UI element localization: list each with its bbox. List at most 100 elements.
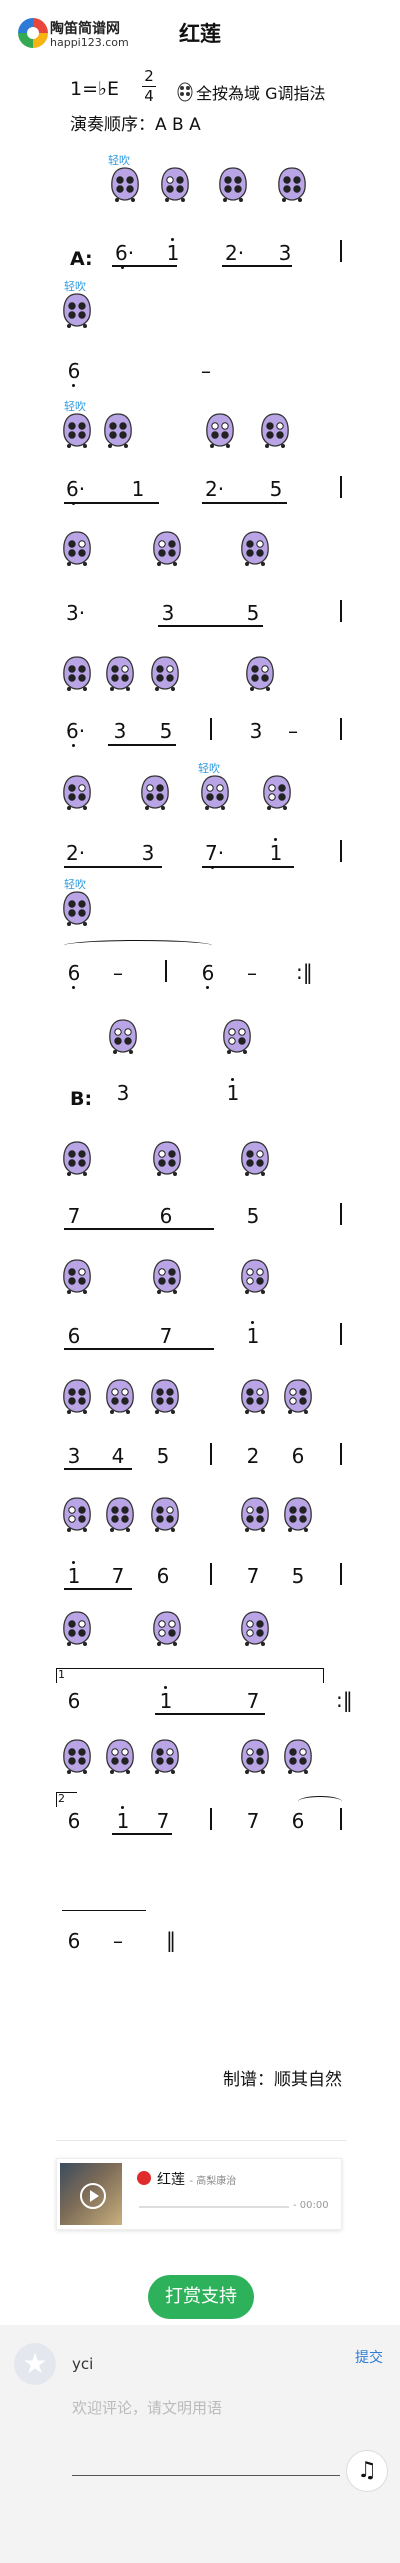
submit-button[interactable]: 提交: [355, 2347, 383, 2367]
note: 7: [159, 1324, 173, 1348]
note: 7: [246, 1564, 260, 1588]
play-time: - 00:00: [293, 2200, 329, 2211]
beam-underline: [64, 866, 162, 868]
ocarina-fingering-icon: [150, 1738, 180, 1776]
note: 6: [67, 1689, 81, 1713]
tie-slur: [64, 940, 212, 951]
repeat-end-sign: :‖: [336, 1688, 353, 1712]
play-icon[interactable]: [80, 2183, 106, 2209]
bar-line: [340, 1323, 342, 1345]
note: 5: [246, 1204, 260, 1228]
bar-line: [340, 476, 342, 498]
ocarina-fingering-icon: [283, 1496, 313, 1534]
comment-input[interactable]: 欢迎评论，请文明用语: [72, 2397, 222, 2418]
ocarina-fingering-icon: [108, 1018, 138, 1056]
comment-box: ★ yci 提交 欢迎评论，请文明用语 ♫: [0, 2325, 400, 2563]
note: 3: [249, 719, 263, 743]
note: 2: [246, 1444, 260, 1468]
tie-slur: [298, 1796, 342, 1807]
bar-line: [340, 600, 342, 622]
note: 2·: [205, 477, 225, 501]
beam-underline: [202, 502, 287, 504]
note: 3·: [66, 601, 86, 625]
note: 7: [156, 1809, 170, 1833]
progress-bar[interactable]: [139, 2206, 289, 2208]
ocarina-fingering-icon: [62, 1738, 92, 1776]
note: 7: [67, 1204, 81, 1228]
note: 7: [111, 1564, 125, 1588]
ocarina-fingering-icon: [62, 1258, 92, 1296]
song-artist: - 高梨康治: [189, 2176, 237, 2187]
section-label: A:: [70, 248, 93, 270]
note: 1: [67, 1564, 81, 1588]
note: 1: [131, 477, 145, 501]
octave-dot-high: [164, 1686, 167, 1689]
ocarina-fingering-icon: [277, 166, 307, 204]
note: –: [201, 359, 211, 383]
note: 1: [226, 1081, 240, 1105]
octave-dot-high: [72, 1561, 75, 1564]
note: 3: [67, 1444, 81, 1468]
ocarina-fingering-icon: [62, 530, 92, 568]
note: –: [113, 1929, 123, 1953]
volta-bracket-1: [56, 1668, 324, 1683]
ocarina-fingering-icon: [240, 1738, 270, 1776]
beam-underline: [64, 502, 159, 504]
ocarina-fingering-icon: [152, 1140, 182, 1178]
ocarina-fingering-icon: [160, 166, 190, 204]
note: 6: [159, 1204, 173, 1228]
ocarina-fingering-icon: [62, 1610, 92, 1648]
score-sheet: 轻吹 A: 6· 1 2· 3 轻吹 6– 轻吹 6· 1 2· 5 3· 3 5 6· 3 5 3– 轻吹 2· 3 7· 1…: [0, 0, 400, 2050]
ocarina-fingering-icon: [283, 1378, 313, 1416]
ocarina-fingering-icon: [62, 655, 92, 693]
score-credit: 制谱：顺其自然: [223, 2070, 342, 2090]
music-player[interactable]: 红莲 - 高梨康治 - 00:00: [56, 2158, 342, 2230]
beam-underline: [155, 1713, 265, 1715]
note: 3: [278, 241, 292, 265]
ocarina-fingering-icon: [105, 1378, 135, 1416]
note: 6: [201, 961, 215, 985]
note: 6: [67, 1324, 81, 1348]
ocarina-fingering-icon: [152, 1258, 182, 1296]
ocarina-fingering-icon: [245, 655, 275, 693]
ocarina-fingering-icon: [105, 1496, 135, 1534]
note: 2·: [66, 841, 86, 865]
note: –: [247, 961, 257, 985]
ocarina-fingering-icon: [240, 1496, 270, 1534]
beam-underline: [64, 1588, 132, 1590]
volta-number: 1: [58, 1668, 65, 1681]
bar-line: [210, 1563, 212, 1585]
beam-underline: [222, 265, 292, 267]
note: 6: [67, 1809, 81, 1833]
note: 7·: [205, 841, 225, 865]
beam-underline: [64, 1468, 132, 1470]
ocarina-fingering-icon: [152, 1610, 182, 1648]
note: 6·: [115, 241, 135, 265]
ocarina-fingering-icon: [62, 1378, 92, 1416]
note: 2·: [225, 241, 245, 265]
music-note-icon[interactable]: ♫: [346, 2450, 388, 2492]
octave-dot-low: [206, 986, 209, 989]
ocarina-fingering-icon: [150, 655, 180, 693]
note: 6: [291, 1444, 305, 1468]
ocarina-fingering-icon: [150, 1496, 180, 1534]
ocarina-fingering-icon: [240, 1378, 270, 1416]
octave-dot-high: [231, 1078, 234, 1081]
ocarina-fingering-icon: [262, 774, 292, 812]
ocarina-fingering-icon: [62, 1140, 92, 1178]
note: 5: [246, 601, 260, 625]
ocarina-fingering-icon: [140, 774, 170, 812]
note: 6: [291, 1809, 305, 1833]
bar-line: [210, 1808, 212, 1830]
bar-line: [340, 840, 342, 862]
section-label: B:: [70, 1088, 93, 1110]
bar-line: [340, 1443, 342, 1465]
octave-dot-low: [72, 384, 75, 387]
final-bar-line: ‖: [166, 1928, 176, 1952]
note: 3: [161, 601, 175, 625]
note: 5: [291, 1564, 305, 1588]
reward-button[interactable]: 打赏支持: [148, 2275, 254, 2319]
ocarina-fingering-icon: [240, 1258, 270, 1296]
ocarina-fingering-icon: [105, 1738, 135, 1776]
note: 5: [159, 719, 173, 743]
